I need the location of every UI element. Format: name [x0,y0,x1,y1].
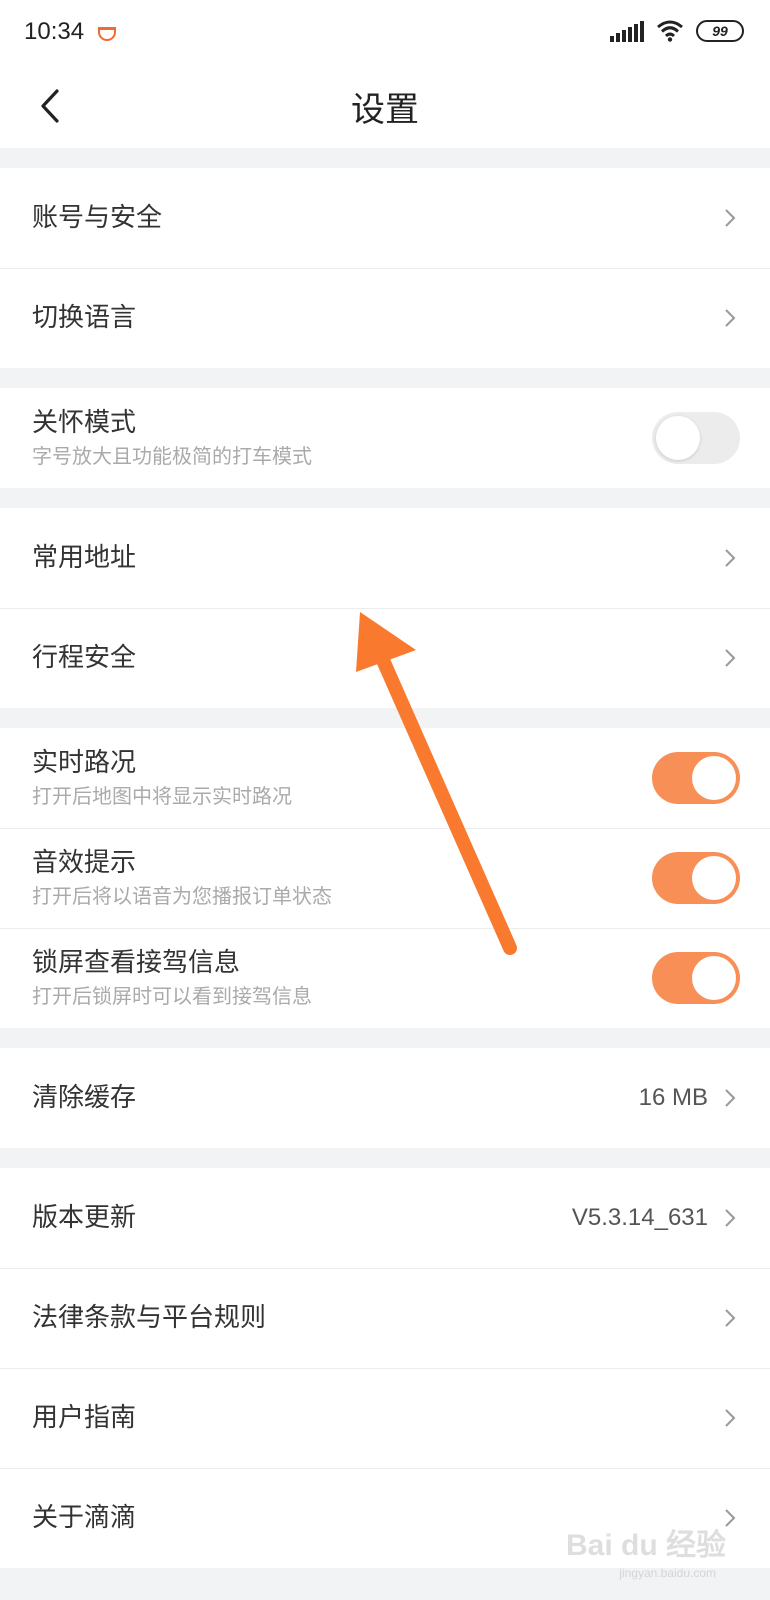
row-clear-cache[interactable]: 清除缓存 16 MB [0,1048,770,1148]
row-description: 字号放大且功能极简的打车模式 [32,444,312,468]
row-label: 行程安全 [32,643,137,673]
sound-prompt-toggle[interactable] [652,852,740,904]
chevron-right-icon [722,306,738,330]
nav-bar: 设置 [0,64,770,148]
status-icons: 99 [610,20,744,42]
battery-level: 99 [712,23,728,39]
toggles-group: 实时路况 打开后地图中将显示实时路况 音效提示 打开后将以语音为您播报订单状态 … [0,728,770,1028]
row-label: 常用地址 [32,543,137,573]
didi-notification-icon [98,27,117,41]
row-label: 实时路况 [32,748,137,778]
row-label: 锁屏查看接驾信息 [32,948,241,978]
chevron-right-icon [722,1406,738,1430]
watermark-url: jingyan.baidu.com [619,1566,716,1580]
row-version-update[interactable]: 版本更新 V5.3.14_631 [0,1168,770,1268]
row-label: 版本更新 [32,1203,137,1233]
back-arrow-icon [41,89,59,123]
back-button[interactable] [30,82,70,130]
account-group: 账号与安全 切换语言 [0,168,770,368]
row-lockscreen-pickup: 锁屏查看接驾信息 打开后锁屏时可以看到接驾信息 [0,928,770,1028]
version-number: V5.3.14_631 [571,1204,708,1231]
row-switch-language[interactable]: 切换语言 [0,268,770,368]
care-group: 关怀模式 字号放大且功能极简的打车模式 [0,388,770,488]
row-label: 账号与安全 [32,203,163,233]
wifi-icon [657,20,683,42]
battery-icon: 99 [696,20,744,42]
chevron-right-icon [722,1086,738,1110]
row-description: 打开后地图中将显示实时路况 [32,784,292,808]
row-description: 打开后将以语音为您播报订单状态 [32,884,332,908]
watermark-logo: Bai du 经验 [565,1529,726,1562]
row-common-addresses[interactable]: 常用地址 [0,508,770,608]
toggle-knob [692,756,736,800]
toggle-knob [692,856,736,900]
row-trip-safety[interactable]: 行程安全 [0,608,770,708]
row-realtime-traffic: 实时路况 打开后地图中将显示实时路况 [0,728,770,828]
about-group: 版本更新 V5.3.14_631 法律条款与平台规则 用户指南 关于滴滴 [0,1168,770,1568]
realtime-traffic-toggle[interactable] [652,752,740,804]
cache-group: 清除缓存 16 MB [0,1048,770,1148]
places-group: 常用地址 行程安全 [0,508,770,708]
chevron-right-icon [722,646,738,670]
chevron-right-icon [722,546,738,570]
row-description: 打开后锁屏时可以看到接驾信息 [32,984,312,1008]
row-label: 切换语言 [32,303,137,333]
care-mode-toggle[interactable] [652,412,740,464]
lockscreen-pickup-toggle[interactable] [652,952,740,1004]
row-label: 用户指南 [32,1403,137,1433]
row-care-mode: 关怀模式 字号放大且功能极简的打车模式 [0,388,770,488]
row-sound-prompt: 音效提示 打开后将以语音为您播报订单状态 [0,828,770,928]
toggle-knob [656,416,700,460]
status-time: 10:34 [24,18,85,45]
toggle-knob [692,956,736,1000]
chevron-right-icon [722,1206,738,1230]
chevron-right-icon [722,206,738,230]
cache-size: 16 MB [638,1084,708,1111]
row-label: 音效提示 [32,848,137,878]
signal-icon [610,20,644,42]
row-account-security[interactable]: 账号与安全 [0,168,770,268]
status-bar: 10:34 99 [0,0,770,64]
chevron-right-icon [722,1306,738,1330]
row-label: 法律条款与平台规则 [32,1303,267,1333]
page-title: 设置 [351,89,419,130]
row-label: 关怀模式 [32,408,137,438]
row-user-guide[interactable]: 用户指南 [0,1368,770,1468]
row-legal-terms[interactable]: 法律条款与平台规则 [0,1268,770,1368]
row-label: 清除缓存 [32,1083,137,1113]
